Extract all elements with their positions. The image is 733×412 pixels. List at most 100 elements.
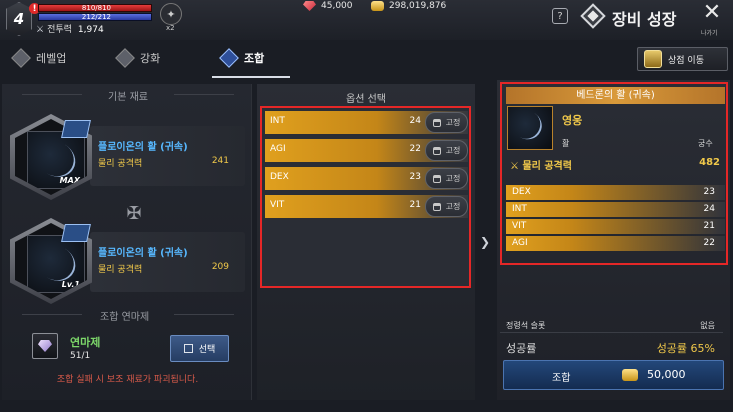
result-stat-fill <box>506 236 725 251</box>
buff-count: x2 <box>166 24 175 32</box>
cross-icon: ✠ <box>126 203 142 224</box>
gem-amount: 45,000 <box>321 1 353 11</box>
combat-power-value: 1,974 <box>77 25 104 35</box>
material-name: 플로이온의 활 (귀속) <box>98 248 188 259</box>
combine-button[interactable]: 조합 50,000 <box>503 360 724 390</box>
buff-icon[interactable]: ✦ <box>160 3 182 25</box>
lock-label: 고정 <box>445 118 461 127</box>
tab-levelup[interactable]: 레벨업 <box>11 48 67 68</box>
page-title: 장비 성장 <box>612 10 677 29</box>
result-stat-label: AGI <box>512 238 528 248</box>
tab-enhance-label: 강화 <box>140 52 161 65</box>
spirit-stone-slot-row: 정령석 슬롯 없음 <box>500 317 723 333</box>
lock-label: 고정 <box>445 174 461 183</box>
result-stat-fill <box>506 219 725 234</box>
stone-slot-value: 없음 <box>700 321 715 330</box>
equipment-growth-icon <box>580 3 606 29</box>
divider <box>22 94 82 95</box>
result-class: 궁수 <box>698 139 713 148</box>
result-stat-label: DEX <box>512 187 531 197</box>
catalyst-slot[interactable] <box>32 333 58 359</box>
tab-levelup-label: 레벨업 <box>36 52 67 65</box>
shop-button[interactable]: 상점 이동 <box>637 47 728 71</box>
lock-icon <box>432 202 441 211</box>
select-button-label: 선택 <box>198 345 216 355</box>
lock-icon <box>432 146 441 155</box>
option-label: INT <box>270 116 285 126</box>
result-main-stat: ⚔ 물리 공격력 <box>510 157 572 172</box>
lock-label: 고정 <box>445 146 461 155</box>
option-row-int[interactable]: INT 24 고정 <box>265 111 468 134</box>
option-row-agi[interactable]: AGI 22 고정 <box>265 139 468 162</box>
gold-coin-icon <box>622 369 638 381</box>
tab-combine-label: 조합 <box>244 52 265 65</box>
result-stat-fill <box>506 185 725 200</box>
lock-icon <box>432 118 441 127</box>
bow-shape <box>507 105 547 145</box>
result-stat-label: INT <box>512 204 527 214</box>
lock-button[interactable]: 고정 <box>425 140 468 161</box>
option-label: VIT <box>270 200 285 210</box>
sword-icon: ⚔ <box>36 25 45 35</box>
failure-warning: 조합 실패 시 보조 재료가 파괴됩니다. <box>56 375 199 385</box>
option-row-dex[interactable]: DEX 23 고정 <box>265 167 468 190</box>
option-value: 22 <box>409 144 421 154</box>
lock-icon <box>432 174 441 183</box>
result-stat-value: 22 <box>703 238 715 248</box>
option-label: DEX <box>270 172 289 182</box>
checkbox-icon <box>183 344 193 353</box>
divider <box>174 94 234 95</box>
sword-icon: ⚔ <box>510 161 523 172</box>
catalyst-title: 조합 연마제 <box>100 312 150 323</box>
select-catalyst-button[interactable]: 선택 <box>170 335 229 362</box>
option-select-panel: 옵션 선택 INT 24 고정 AGI 22 고정 DEX 23 고정 VIT … <box>257 84 475 400</box>
result-bow-icon[interactable] <box>507 105 553 150</box>
result-stat-row: AGI 22 <box>506 236 725 251</box>
gold-amount: 298,019,876 <box>389 1 447 11</box>
gem-currency: 45,000 <box>303 1 353 11</box>
success-rate-label: 성공률 <box>506 342 537 355</box>
tab-combine[interactable]: 조합 <box>219 48 265 68</box>
option-select-title: 옵션 선택 <box>346 94 386 105</box>
close-button[interactable]: ✕ <box>702 2 722 26</box>
gold-coin-icon <box>371 1 384 11</box>
levelup-icon <box>11 48 31 68</box>
result-stat-row: INT 24 <box>506 202 725 217</box>
lock-button[interactable]: 고정 <box>425 168 468 189</box>
material-stat-label: 물리 공격력 <box>98 159 143 169</box>
material-card-2[interactable]: 플로이온의 활 (귀속) 물리 공격력 209 <box>90 232 245 292</box>
material-card-1[interactable]: 플로이온의 활 (귀속) 물리 공격력 241 <box>90 126 245 186</box>
hp-bar: 810/810 <box>38 4 152 12</box>
result-preview: 베드론의 활 (귀속) 영웅 활 궁수 ⚔ 물리 공격력 482 DEX 23 … <box>500 82 728 265</box>
result-stat-value: 24 <box>703 204 715 214</box>
enhance-icon <box>115 48 135 68</box>
result-stat-row: DEX 23 <box>506 185 725 200</box>
material-stat-value: 209 <box>211 262 229 272</box>
result-item-name: 베드론의 활 (귀속) <box>506 87 725 104</box>
bow-icon: Lv.1 <box>27 235 85 293</box>
option-row-vit[interactable]: VIT 21 고정 <box>265 195 468 218</box>
result-stat-label: VIT <box>512 221 527 231</box>
result-stat-value: 23 <box>703 187 715 197</box>
shop-icon <box>644 50 662 68</box>
help-button[interactable]: ? <box>552 8 568 24</box>
hp-text: 810/810 <box>81 4 111 12</box>
lock-button[interactable]: 고정 <box>425 112 468 133</box>
lock-label: 고정 <box>445 202 461 211</box>
lock-button[interactable]: 고정 <box>425 196 468 217</box>
result-grade: 영웅 <box>562 114 583 127</box>
success-rate-row: 성공률 성공률 65% <box>500 335 723 359</box>
result-stat-row: VIT 21 <box>506 219 725 234</box>
catalyst-count: 51/1 <box>70 351 91 361</box>
arrow-right-icon: ❯ <box>480 235 491 249</box>
divider <box>22 314 82 315</box>
divider <box>174 314 234 315</box>
option-value: 23 <box>409 172 421 182</box>
top-bar: 4 ! 810/810 212/212 ⚔ 전투력 1,974 ✦ x2 45,00… <box>0 0 733 40</box>
material-name: 플로이온의 활 (귀속) <box>98 142 188 153</box>
tab-enhance[interactable]: 강화 <box>115 48 161 68</box>
close-label: 나가기 <box>701 30 718 37</box>
option-value: 21 <box>409 200 421 210</box>
catalyst-name: 연마제 <box>70 336 101 349</box>
material-tag: Lv.1 <box>61 280 80 289</box>
